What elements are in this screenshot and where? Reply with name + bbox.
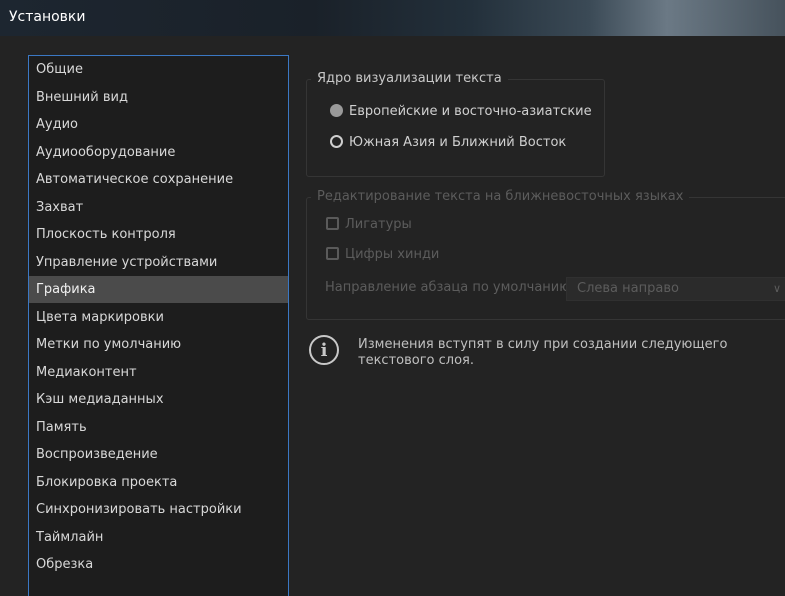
ligatures-label: Лигатуры (345, 217, 412, 232)
hindi-digits-checkbox[interactable] (326, 247, 339, 260)
category-item-media-cache[interactable]: Кэш медиаданных (29, 386, 288, 413)
text-engine-legend: Ядро визуализации текста (311, 71, 508, 86)
category-item-project-locking[interactable]: Блокировка проекта (29, 469, 288, 496)
category-item-autosave[interactable]: Автоматическое сохранение (29, 166, 288, 193)
category-item-capture[interactable]: Захват (29, 194, 288, 221)
radio-south-asian[interactable]: Южная Азия и Ближний Восток (330, 133, 566, 153)
middle-east-legend: Редактирование текста на ближневосточных… (311, 189, 690, 204)
chevron-down-icon: ∨ (772, 282, 781, 295)
radio-button[interactable] (330, 135, 343, 148)
radio-european[interactable]: Европейские и восточно-азиатские (330, 102, 592, 122)
title-bar: Установки (0, 0, 785, 36)
window-title: Установки (9, 9, 86, 25)
direction-value: Слева направо (577, 281, 679, 296)
category-item-label-defaults[interactable]: Метки по умолчанию (29, 331, 288, 358)
category-item-trim[interactable]: Обрезка (29, 551, 288, 578)
category-item-timeline[interactable]: Таймлайн (29, 524, 288, 551)
direction-dropdown[interactable]: Слева направо ∨ (566, 277, 785, 301)
preferences-dialog: Общие Внешний вид Аудио Аудиооборудовани… (8, 36, 785, 596)
category-item-control-surface[interactable]: Плоскость контроля (29, 221, 288, 248)
category-item-sync-settings[interactable]: Синхронизировать настройки (29, 496, 288, 523)
category-item-playback[interactable]: Воспроизведение (29, 441, 288, 468)
text-engine-group (306, 79, 605, 177)
ligatures-checkbox[interactable] (326, 217, 339, 230)
info-icon: i (309, 335, 339, 365)
category-item-audio-hardware[interactable]: Аудиооборудование (29, 139, 288, 166)
hindi-digits-checkbox-row[interactable]: Цифры хинди (326, 245, 439, 265)
category-item-appearance[interactable]: Внешний вид (29, 84, 288, 111)
radio-button-checked[interactable] (330, 104, 343, 117)
category-item-label-colors[interactable]: Цвета маркировки (29, 304, 288, 331)
direction-label: Направление абзаца по умолчанию: (325, 280, 575, 295)
radio-european-label: Европейские и восточно-азиатские (349, 104, 592, 119)
category-item-memory[interactable]: Память (29, 414, 288, 441)
category-item-audio[interactable]: Аудио (29, 111, 288, 138)
ligatures-checkbox-row[interactable]: Лигатуры (326, 215, 412, 235)
radio-south-asian-label: Южная Азия и Ближний Восток (349, 135, 567, 150)
info-message: Изменения вступят в силу при создании сл… (358, 337, 728, 368)
category-list[interactable]: Общие Внешний вид Аудио Аудиооборудовани… (28, 55, 289, 596)
category-item-graphics[interactable]: Графика (29, 276, 288, 303)
hindi-digits-label: Цифры хинди (345, 247, 440, 262)
category-item-general[interactable]: Общие (29, 56, 288, 83)
category-item-device-control[interactable]: Управление устройствами (29, 249, 288, 276)
category-item-media[interactable]: Медиаконтент (29, 359, 288, 386)
